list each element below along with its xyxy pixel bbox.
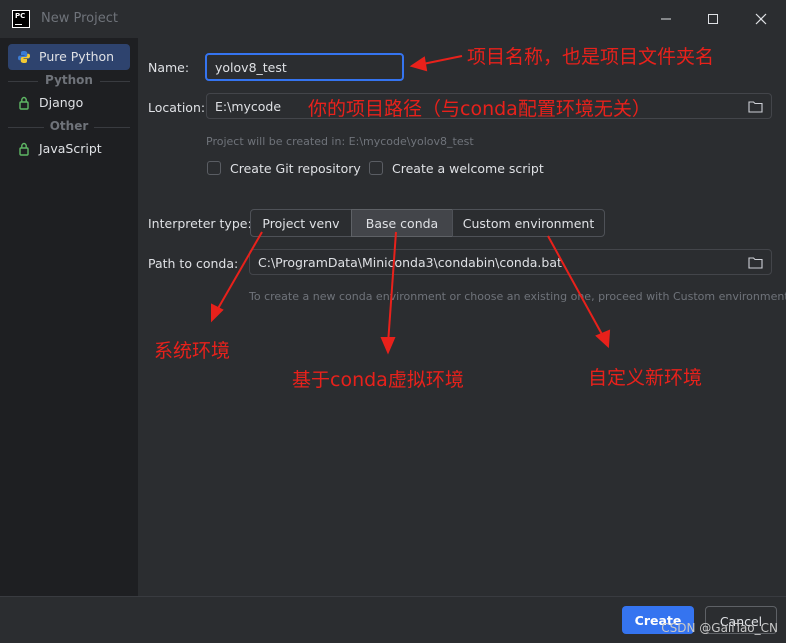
footer-divider (0, 596, 786, 597)
annotation-base-conda: 基于conda虚拟环境 (292, 369, 464, 391)
new-project-dialog: PC New Project Pure Python Python Django… (0, 0, 786, 643)
annotation-custom-env: 自定义新环境 (588, 367, 703, 389)
annotation-project-path: 你的项目路径（与conda配置环境无关） (308, 98, 651, 120)
watermark: CSDN @GaiiTao_CN (661, 621, 778, 635)
arrowhead (409, 56, 428, 72)
annotation-project-name: 项目名称，也是项目文件夹名 (467, 46, 715, 68)
annotation-system-env: 系统环境 (154, 340, 231, 362)
